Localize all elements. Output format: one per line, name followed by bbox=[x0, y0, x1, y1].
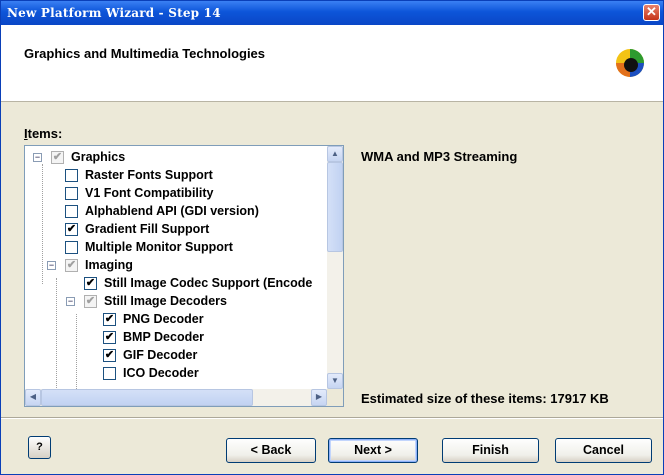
wizard-header: Graphics and Multimedia Technologies bbox=[1, 25, 663, 102]
checkbox-gif-decoder[interactable]: ✔ bbox=[103, 349, 116, 362]
horizontal-scrollbar[interactable]: ◀ ▶ bbox=[25, 389, 327, 406]
scroll-up-button[interactable]: ▲ bbox=[327, 146, 343, 162]
checkbox-bmp-decoder[interactable]: ✔ bbox=[103, 331, 116, 344]
horizontal-scroll-thumb[interactable] bbox=[41, 389, 253, 406]
scroll-right-button[interactable]: ▶ bbox=[311, 389, 327, 406]
checkbox-v1-font[interactable] bbox=[65, 187, 78, 200]
items-label: Items: bbox=[24, 126, 63, 141]
tree-line bbox=[56, 278, 57, 388]
tree-content: − ✔ Graphics Raster Fonts Support V1 Fon… bbox=[25, 146, 327, 389]
tree-line bbox=[42, 164, 43, 284]
cancel-button[interactable]: Cancel bbox=[555, 438, 652, 463]
scrollbar-corner bbox=[327, 389, 343, 406]
footer-divider bbox=[1, 417, 663, 419]
checkbox-alphablend[interactable] bbox=[65, 205, 78, 218]
checkbox-png-decoder[interactable]: ✔ bbox=[103, 313, 116, 326]
window-title: New Platform Wizard - Step 14 bbox=[7, 6, 221, 20]
help-button[interactable]: ? bbox=[28, 436, 51, 459]
title-bar: New Platform Wizard - Step 14 ✕ bbox=[1, 1, 663, 25]
item-description: WMA and MP3 Streaming bbox=[361, 149, 518, 164]
back-button[interactable]: < Back bbox=[226, 438, 316, 463]
collapse-icon[interactable]: − bbox=[66, 297, 75, 306]
collapse-icon[interactable]: − bbox=[33, 153, 42, 162]
checkbox-raster-fonts[interactable] bbox=[65, 169, 78, 182]
checkbox-image-decoders[interactable]: ✔ bbox=[84, 295, 97, 308]
close-button[interactable]: ✕ bbox=[643, 4, 660, 21]
vertical-scroll-thumb[interactable] bbox=[327, 162, 343, 252]
checkbox-graphics[interactable]: ✔ bbox=[51, 151, 64, 164]
scroll-down-button[interactable]: ▼ bbox=[327, 373, 343, 389]
wizard-window: New Platform Wizard - Step 14 ✕ Graphics… bbox=[0, 0, 664, 475]
checkbox-multiple-monitor[interactable] bbox=[65, 241, 78, 254]
items-tree[interactable]: − ✔ Graphics Raster Fonts Support V1 Fon… bbox=[24, 145, 344, 407]
estimated-size: Estimated size of these items: 17917 KB bbox=[361, 391, 609, 406]
finish-button[interactable]: Finish bbox=[442, 438, 539, 463]
checkbox-codec-support[interactable]: ✔ bbox=[84, 277, 97, 290]
checkbox-ico-decoder[interactable] bbox=[103, 367, 116, 380]
colorful-globe-icon bbox=[616, 49, 644, 77]
checkbox-gradient-fill[interactable]: ✔ bbox=[65, 223, 78, 236]
next-button[interactable]: Next > bbox=[328, 438, 418, 463]
vertical-scrollbar[interactable]: ▲ ▼ bbox=[327, 146, 343, 389]
tree-line bbox=[76, 314, 77, 389]
checkbox-imaging[interactable]: ✔ bbox=[65, 259, 78, 272]
page-title: Graphics and Multimedia Technologies bbox=[24, 46, 266, 61]
collapse-icon[interactable]: − bbox=[47, 261, 56, 270]
scroll-left-button[interactable]: ◀ bbox=[25, 389, 41, 406]
